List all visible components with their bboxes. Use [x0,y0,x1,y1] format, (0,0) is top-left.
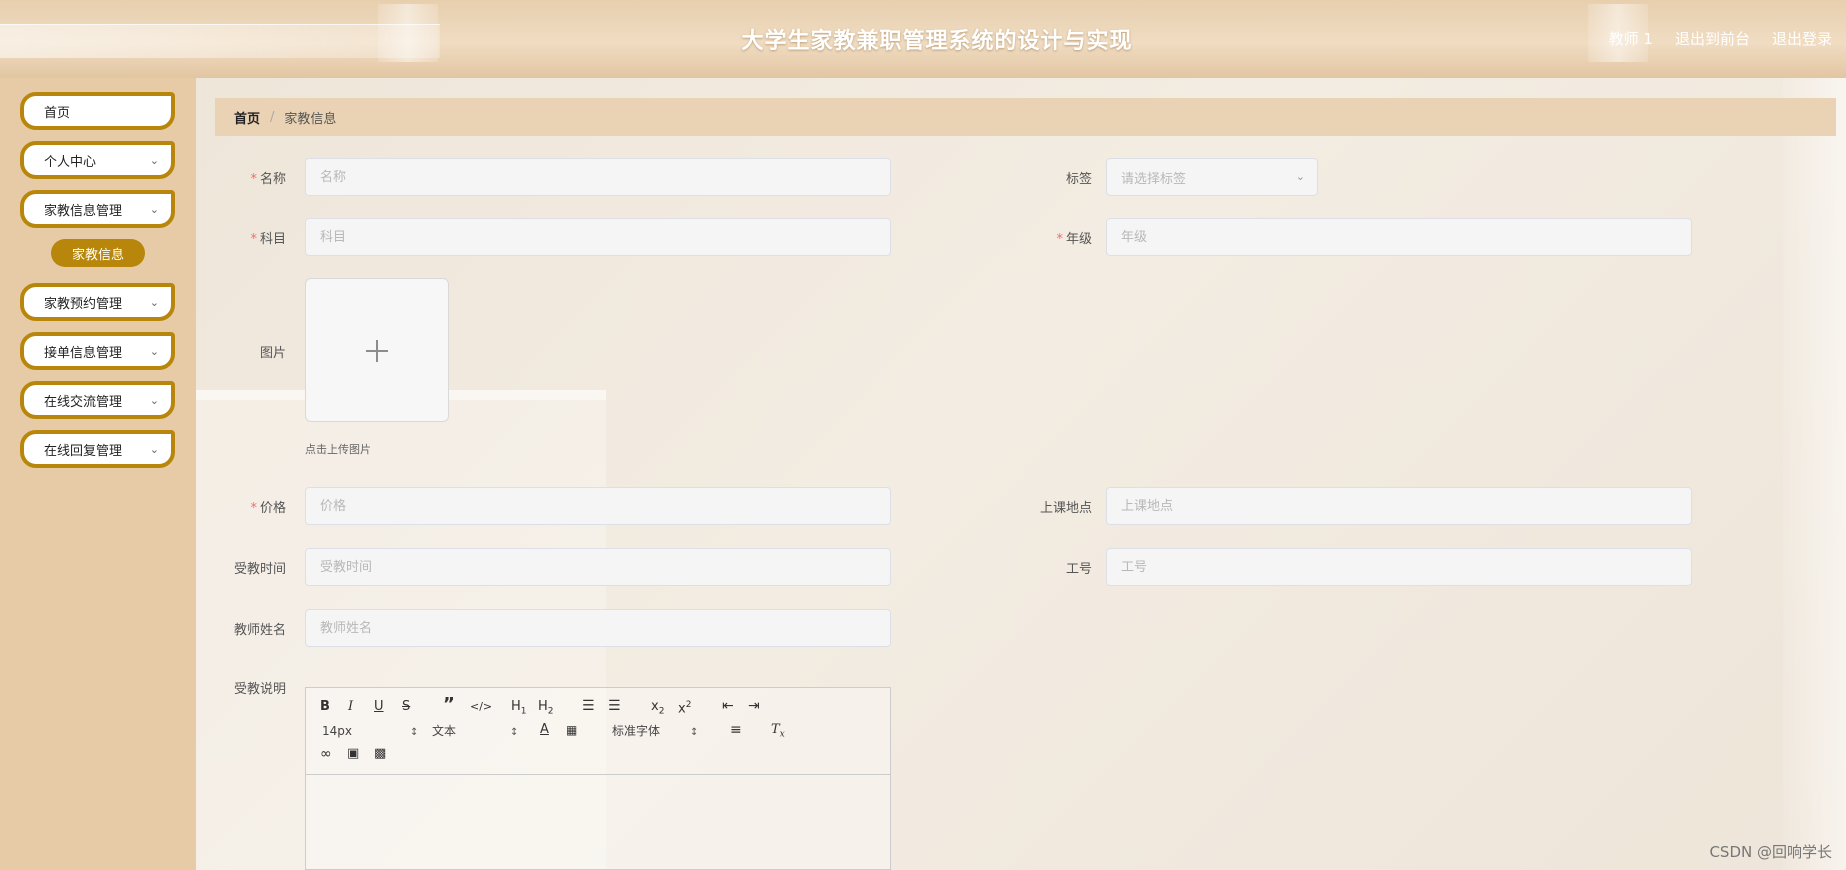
sidebar-item-personal-center[interactable]: 个人中心 ⌄ [20,141,175,179]
select-arrow-icon: ↕ [690,727,699,738]
breadcrumb: 首页 / 家教信息 [215,98,1836,136]
blockquote-icon[interactable]: ” [443,696,455,714]
sidebar-item-label: 接单信息管理 [44,345,123,361]
superscript-icon[interactable]: x2 [678,697,691,717]
teacher-name-input[interactable] [305,609,891,647]
font-color-icon[interactable]: A [540,722,549,738]
ordered-list-icon[interactable]: ☰ [582,698,595,714]
chevron-down-icon: ⌄ [149,203,159,216]
align-icon[interactable]: ≡ [730,722,742,738]
main-content: 首页 / 家教信息 *名称 标签 请选择标签 ⌄ *科目 *年级 图片 点击上传… [196,78,1846,870]
clear-format-icon[interactable]: Tx [771,722,785,743]
background-color-icon[interactable]: ▦ [566,722,577,738]
upload-tip: 点击上传图片 [305,443,371,456]
select-arrow-icon: ↕ [510,727,519,738]
price-label: * 价格 [250,501,286,516]
background-decoration [1783,78,1846,870]
editor-toolbar: B I U S ” </> H1 H2 ☰ ☰ x2 x2 ⇤ ⇥ 14px ↕ … [306,688,890,775]
chevron-down-icon: ⌄ [149,394,159,407]
sidebar-subitem-tutor-info[interactable]: 家教信息 [51,239,145,267]
image-uploader[interactable] [305,278,449,422]
top-header: 大学生家教兼职管理系统的设计与实现 教师 1 退出到前台 退出登录 [0,0,1846,78]
subject-label: * 科目 [250,232,286,247]
video-icon[interactable]: ▩ [374,746,386,762]
sidebar-item-label: 家教信息管理 [44,203,123,219]
current-user: 教师 1 [1608,30,1653,48]
rich-text-editor: B I U S ” </> H1 H2 ☰ ☰ x2 x2 ⇤ ⇥ 14px ↕ … [305,687,891,870]
plus-icon [376,340,378,362]
subject-input[interactable] [305,218,891,256]
header-actions: 教师 1 退出到前台 退出登录 [1609,28,1832,49]
sidebar-item-order-management[interactable]: 接单信息管理 ⌄ [20,332,175,370]
bold-icon[interactable]: B [320,699,330,715]
tag-label: 标签 [1065,172,1092,187]
sidebar-item-chat-management[interactable]: 在线交流管理 ⌄ [20,381,175,419]
app-title: 大学生家教兼职管理系统的设计与实现 [741,29,1133,54]
grade-input[interactable] [1106,218,1692,256]
code-block-icon[interactable]: </> [470,699,492,715]
breadcrumb-home[interactable]: 首页 [234,108,260,127]
teacher-name-label: 教师姓名 [233,623,286,638]
location-input[interactable] [1106,487,1692,525]
indent-icon[interactable]: ⇥ [748,698,760,714]
font-size-select[interactable]: 14px ↕ [322,723,418,741]
text-type-select[interactable]: 文本 ↕ [432,723,518,741]
price-input[interactable] [305,487,891,525]
tag-select-placeholder: 请选择标签 [1121,171,1187,187]
sidebar-item-label: 家教预约管理 [44,296,123,312]
time-label: 受教时间 [233,562,286,577]
outdent-icon[interactable]: ⇤ [722,698,734,714]
breadcrumb-separator: / [270,109,275,125]
location-label: 上课地点 [1039,501,1092,516]
name-label: * 名称 [250,172,286,187]
sidebar-item-home[interactable]: 首页 [20,92,175,130]
sidebar-item-tutor-info-management[interactable]: 家教信息管理 ⌄ [20,190,175,228]
heading-2-icon[interactable]: H2 [538,699,554,720]
underline-icon[interactable]: U [374,699,384,715]
chevron-down-icon: ⌄ [149,296,159,309]
tag-select[interactable]: 请选择标签 ⌄ [1106,158,1318,196]
bullet-list-icon[interactable]: ☰ [608,698,621,714]
chevron-down-icon: ⌄ [149,345,159,358]
chevron-down-icon: ⌄ [149,154,159,167]
image-icon[interactable]: ▣ [347,746,359,762]
strikethrough-icon[interactable]: S [402,699,410,715]
subscript-icon[interactable]: x2 [651,699,664,720]
sidebar-item-booking-management[interactable]: 家教预约管理 ⌄ [20,283,175,321]
heading-1-icon[interactable]: H1 [511,699,527,720]
breadcrumb-current: 家教信息 [284,111,337,127]
watermark: CSDN @回响学长 [1709,843,1832,861]
sidebar-item-label: 在线回复管理 [44,443,123,459]
staff-no-label: 工号 [1065,562,1092,577]
italic-icon[interactable]: I [348,699,353,715]
sidebar-item-reply-management[interactable]: 在线回复管理 ⌄ [20,430,175,468]
image-label: 图片 [259,346,286,361]
staff-no-input[interactable] [1106,548,1692,586]
sidebar-item-label: 首页 [44,105,71,121]
sidebar: 首页 个人中心 ⌄ 家教信息管理 ⌄ 家教信息 家教预约管理 ⌄ 接单信息管理 … [0,78,196,870]
sidebar-item-label: 在线交流管理 [44,394,123,410]
link-icon[interactable]: ∞ [320,746,332,762]
font-family-select[interactable]: 标准字体 ↕ [612,723,698,741]
logout-link[interactable]: 退出登录 [1772,28,1832,49]
name-input[interactable] [305,158,891,196]
time-input[interactable] [305,548,891,586]
select-arrow-icon: ↕ [410,727,419,738]
chevron-down-icon: ⌄ [1295,170,1305,183]
back-to-frontend-link[interactable]: 退出到前台 [1675,28,1750,49]
chevron-down-icon: ⌄ [149,443,159,456]
sidebar-item-label: 个人中心 [44,154,97,170]
description-label: 受教说明 [233,682,286,697]
grade-label: * 年级 [1056,232,1092,247]
